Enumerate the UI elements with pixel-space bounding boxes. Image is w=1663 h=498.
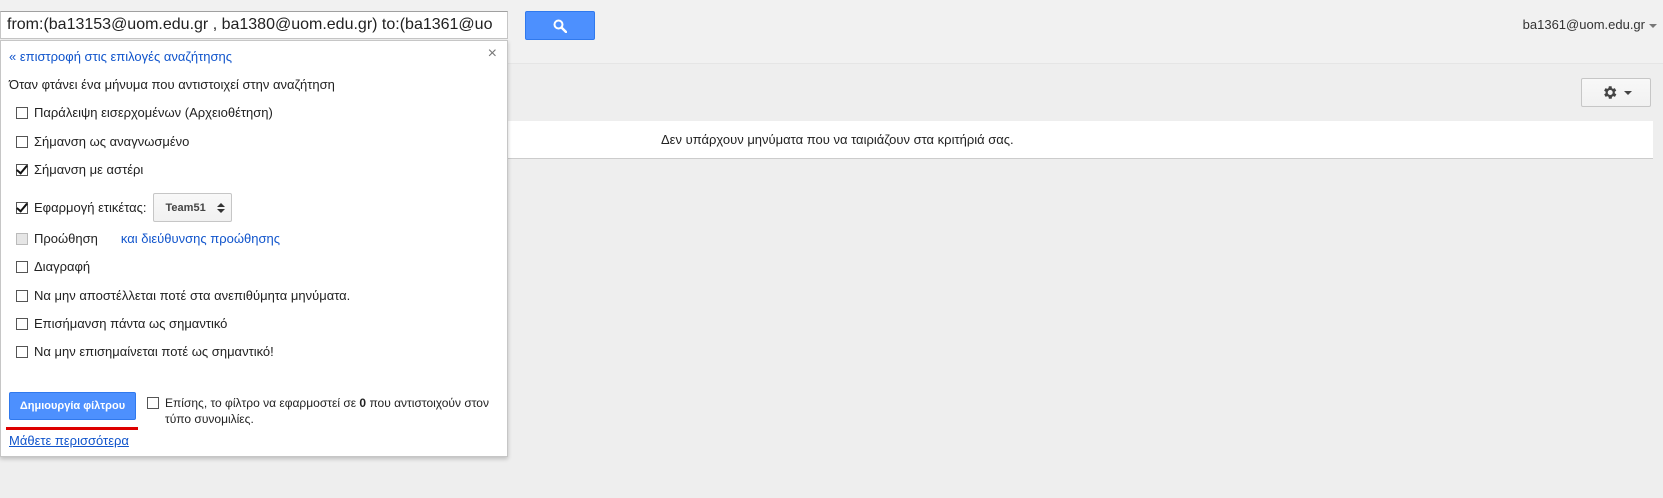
chevron-down-icon [1649,23,1657,28]
delete-checkbox[interactable] [16,260,28,273]
back-to-search-options-link[interactable]: « επιστροφή στις επιλογές αναζήτησης [9,49,232,64]
search-input[interactable]: from:(ba13153@uom.edu.gr , ba1380@uom.ed… [0,11,508,39]
never-important-checkbox[interactable] [16,345,28,358]
filter-intro-text: Όταν φτάνει ένα μήνυμα που αντιστοιχεί σ… [9,77,335,92]
always-important-label: Επισήμανση πάντα ως σημαντικό [34,316,228,331]
mark-read-label: Σήμανση ως αναγνωσμένο [34,134,190,149]
star-label: Σήμανση με αστέρι [34,162,144,177]
delete-label: Διαγραφή [34,259,91,274]
option-mark-read: Σήμανση ως αναγνωσμένο [16,134,189,149]
empty-results-message: Δεν υπάρχουν μηνύματα που να ταιριάζουν … [661,132,1014,147]
option-never-important: Να μην επισημαίνεται ποτέ ως σημαντικό! [16,344,274,359]
settings-button[interactable] [1581,78,1651,107]
mark-read-checkbox[interactable] [16,135,28,148]
never-important-label: Να μην επισημαίνεται ποτέ ως σημαντικό! [34,344,274,359]
forwarding-address-link[interactable]: και διεύθυνσης προώθησης [121,231,280,246]
option-forward: Προώθηση και διεύθυνσης προώθησης [16,231,280,246]
create-filter-panel: « επιστροφή στις επιλογές αναζήτησης × Ό… [0,40,508,457]
also-apply-text: Επίσης, το φίλτρο να εφαρμοστεί σε 0 που… [165,396,489,426]
star-checkbox[interactable] [16,163,28,176]
forward-checkbox [16,232,28,245]
never-spam-label: Να μην αποστέλλεται ποτέ στα ανεπιθύμητα… [34,288,351,303]
apply-label-label: Εφαρμογή ετικέτας: [34,200,147,215]
label-select[interactable]: Team51 [152,193,232,222]
also-apply-option: Επίσης, το φίλτρο να εφαρμοστεί σε 0 που… [147,395,497,427]
skip-inbox-checkbox[interactable] [16,106,28,119]
learn-more-link[interactable]: Μάθετε περισσότερα [9,433,129,448]
label-select-value: Team51 [165,201,206,214]
search-icon [553,19,567,33]
account-switcher[interactable]: ba1361@uom.edu.gr [1523,17,1657,32]
option-delete: Διαγραφή [16,259,90,274]
results-list: Δεν υπάρχουν μηνύματα που να ταιριάζουν … [508,121,1653,159]
red-annotation-underline [6,427,138,430]
account-email: ba1361@uom.edu.gr [1522,17,1645,32]
gear-icon [1603,86,1616,99]
option-always-important: Επισήμανση πάντα ως σημαντικό [16,316,227,331]
always-important-checkbox[interactable] [16,317,28,330]
chevron-down-icon [1623,90,1632,95]
close-icon[interactable]: × [488,45,497,63]
option-apply-label: Εφαρμογή ετικέτας: Team51 [16,193,232,222]
create-filter-button[interactable]: Δημιουργία φίλτρου [9,392,136,420]
never-spam-checkbox[interactable] [16,289,28,302]
updown-arrows-icon [216,202,225,213]
option-never-spam: Να μην αποστέλλεται ποτέ στα ανεπιθύμητα… [16,288,350,303]
skip-inbox-label: Παράλειψη εισερχομένων (Αρχειοθέτηση) [34,105,273,120]
option-star: Σήμανση με αστέρι [16,162,143,177]
option-skip-inbox: Παράλειψη εισερχομένων (Αρχειοθέτηση) [16,105,273,120]
forward-label: Προώθηση [34,231,98,246]
search-button[interactable] [525,11,595,40]
also-apply-checkbox[interactable] [147,397,159,409]
apply-label-checkbox[interactable] [16,201,28,214]
